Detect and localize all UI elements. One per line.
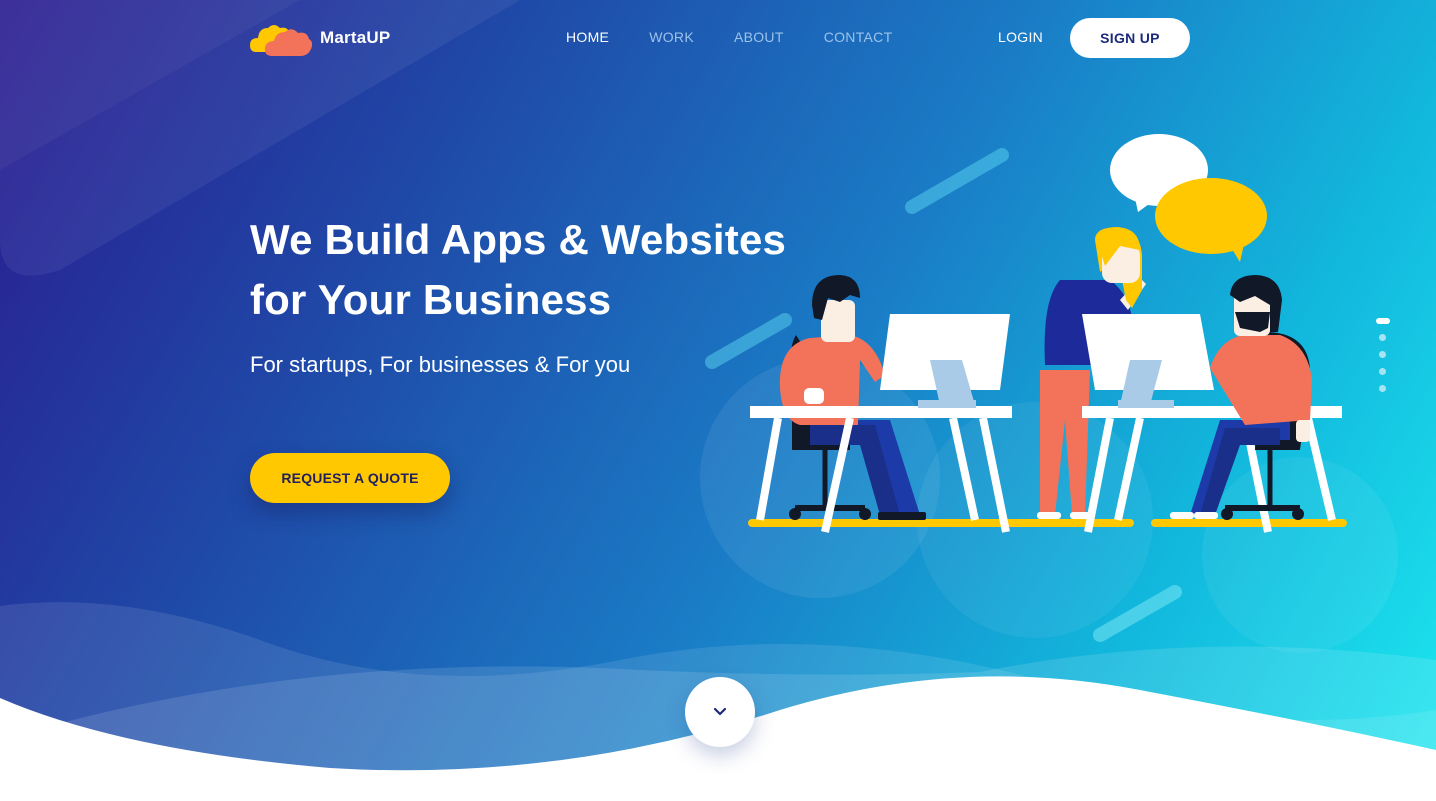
nav-work-link[interactable]: WORK <box>649 29 694 45</box>
main-menu: HOME WORK ABOUT CONTACT <box>566 29 932 45</box>
slider-dot-2[interactable] <box>1379 334 1386 341</box>
request-quote-button[interactable]: REQUEST A QUOTE <box>250 453 450 503</box>
slider-pagination <box>1376 318 1390 402</box>
scroll-down-button[interactable] <box>685 677 755 747</box>
slider-dot-1[interactable] <box>1376 318 1390 324</box>
nav-about-link[interactable]: ABOUT <box>734 29 784 45</box>
nav-home-link[interactable]: HOME <box>566 29 609 45</box>
brand-logo[interactable]: MartaUP <box>250 18 390 58</box>
speech-bubble-yellow-icon <box>1155 178 1267 262</box>
nav-contact-link[interactable]: CONTACT <box>824 29 893 45</box>
slider-dot-4[interactable] <box>1379 368 1386 375</box>
chevron-down-icon <box>713 707 727 716</box>
slider-dot-3[interactable] <box>1379 351 1386 358</box>
hero-subline: For startups, For businesses & For you <box>250 352 631 377</box>
cloud-logo-icon <box>250 25 312 56</box>
hero-section: MartaUP HOME WORK ABOUT CONTACT LOGIN SI… <box>0 0 1436 801</box>
brand-name: MartaUP <box>320 28 391 47</box>
login-link[interactable]: LOGIN <box>998 29 1043 45</box>
team-working-illustration <box>748 134 1347 533</box>
top-navbar: MartaUP HOME WORK ABOUT CONTACT LOGIN SI… <box>0 0 1436 76</box>
signup-button[interactable]: SIGN UP <box>1070 18 1190 58</box>
slider-dot-5[interactable] <box>1379 385 1386 392</box>
